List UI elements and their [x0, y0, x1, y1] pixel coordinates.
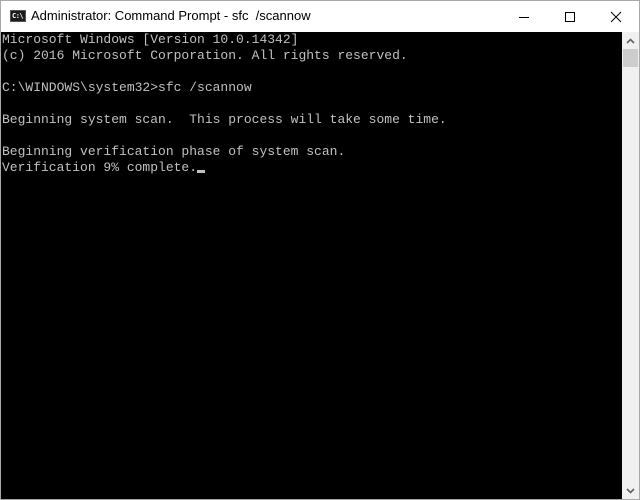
- maximize-icon: [565, 11, 575, 22]
- chevron-up-icon: [626, 37, 635, 44]
- vertical-scrollbar[interactable]: [622, 32, 639, 499]
- console-line: Verification 9% complete.: [2, 160, 198, 175]
- maximize-button[interactable]: [547, 1, 593, 32]
- scroll-down-button[interactable]: [622, 482, 639, 499]
- minimize-button[interactable]: [501, 1, 547, 32]
- window-title: Administrator: Command Prompt - sfc /sca…: [31, 8, 311, 23]
- console-line: Microsoft Windows [Version 10.0.14342]: [2, 32, 299, 47]
- console-line: Beginning system scan. This process will…: [2, 112, 447, 127]
- scrollbar-thumb[interactable]: [623, 49, 638, 67]
- console-line: (c) 2016 Microsoft Corporation. All righ…: [2, 48, 408, 63]
- minimize-icon: [519, 16, 529, 18]
- console-line: Beginning verification phase of system s…: [2, 144, 346, 159]
- close-icon: [610, 11, 622, 22]
- command-prompt-window: C:\ Administrator: Command Prompt - sfc …: [0, 0, 640, 500]
- chevron-down-icon: [626, 487, 635, 494]
- console-output[interactable]: Microsoft Windows [Version 10.0.14342] (…: [1, 32, 622, 499]
- text-cursor: [197, 170, 206, 173]
- console-line: C:\WINDOWS\system32>sfc /scannow: [2, 80, 252, 95]
- command-prompt-icon[interactable]: C:\: [10, 10, 26, 22]
- close-button[interactable]: [593, 1, 639, 32]
- scroll-up-button[interactable]: [622, 32, 639, 49]
- title-bar[interactable]: C:\ Administrator: Command Prompt - sfc …: [1, 1, 639, 32]
